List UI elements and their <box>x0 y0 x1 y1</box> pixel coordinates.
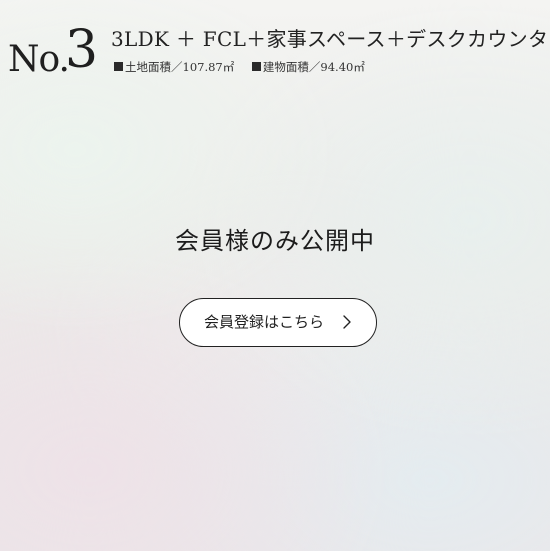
square-bullet-icon <box>114 62 123 71</box>
land-area: 土地面積／107.87㎡ <box>114 59 234 75</box>
land-area-text: 土地面積／107.87㎡ <box>125 60 235 74</box>
register-button-label: 会員登録はこちら <box>204 313 325 331</box>
plan-number-value: 3 <box>65 20 99 80</box>
square-bullet-icon <box>251 62 261 71</box>
plan-areas: 土地面積／107.87㎡ 建物面積／94.40㎡ <box>114 59 365 75</box>
plan-header: No. 3 3LDK ＋ FCL＋家事スペース＋デスクカウンター 土地面積／10… <box>8 20 550 82</box>
plan-number-prefix: No. <box>8 39 70 80</box>
chevron-right-icon <box>343 315 351 329</box>
register-button[interactable]: 会員登録はこちら <box>179 298 377 347</box>
members-only-notice: 会員様のみ公開中 <box>175 227 375 255</box>
building-area-text: 建物面積／94.40㎡ <box>262 60 365 74</box>
building-area: 建物面積／94.40㎡ <box>251 59 365 75</box>
plan-title: 3LDK ＋ FCL＋家事スペース＋デスクカウンター <box>111 27 550 51</box>
